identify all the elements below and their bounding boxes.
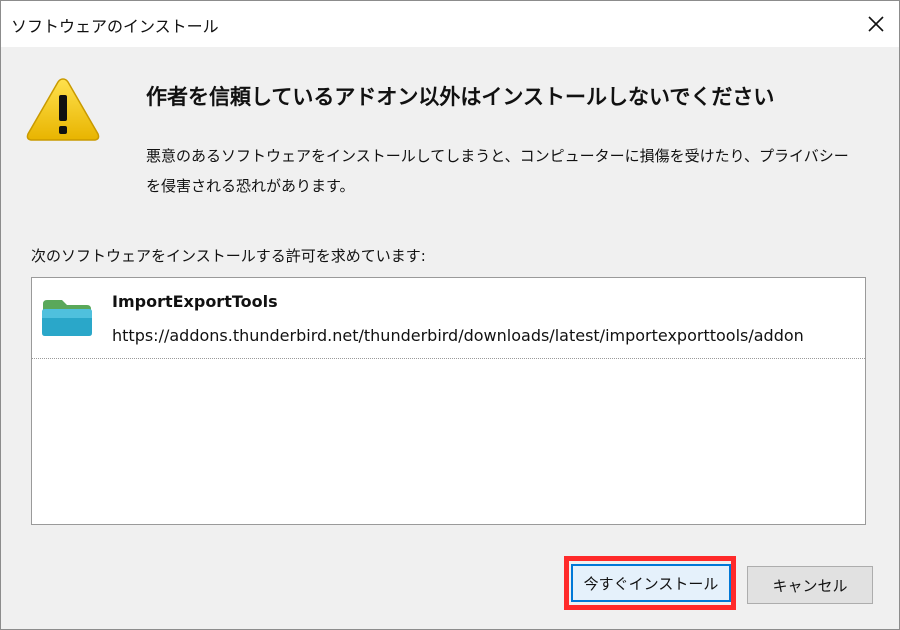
warning-description-line-1: 悪意のあるソフトウェアをインストールしてしまうと、コンピューターに損傷を受けたり… xyxy=(146,147,849,165)
request-label: 次のソフトウェアをインストールする許可を求めています: xyxy=(31,247,426,265)
addon-list[interactable]: ImportExportTools https://addons.thunder… xyxy=(31,277,866,525)
warning-heading: 作者を信頼しているアドオン以外はインストールしないでください xyxy=(146,85,775,109)
window-title: ソフトウェアのインストール xyxy=(11,17,219,36)
warning-icon xyxy=(26,78,100,141)
folder-icon xyxy=(42,300,92,336)
addon-url: https://addons.thunderbird.net/thunderbi… xyxy=(112,326,804,345)
title-bar: ソフトウェアのインストール xyxy=(1,1,899,47)
warning-description: 悪意のあるソフトウェアをインストールしてしまうと、コンピューターに損傷を受けたり… xyxy=(146,141,866,201)
install-dialog: ソフトウェアのインストール 作者を信頼しているアドオン以外はインストールしないで… xyxy=(0,0,900,630)
addon-name: ImportExportTools xyxy=(112,292,278,311)
close-icon xyxy=(868,16,884,32)
warning-description-line-2: を侵害される恐れがあります。 xyxy=(146,177,355,195)
cancel-button[interactable]: キャンセル xyxy=(747,566,873,604)
close-button[interactable] xyxy=(853,1,899,47)
list-item[interactable]: ImportExportTools https://addons.thunder… xyxy=(32,278,865,359)
install-now-button[interactable]: 今すぐインストール xyxy=(571,564,731,602)
